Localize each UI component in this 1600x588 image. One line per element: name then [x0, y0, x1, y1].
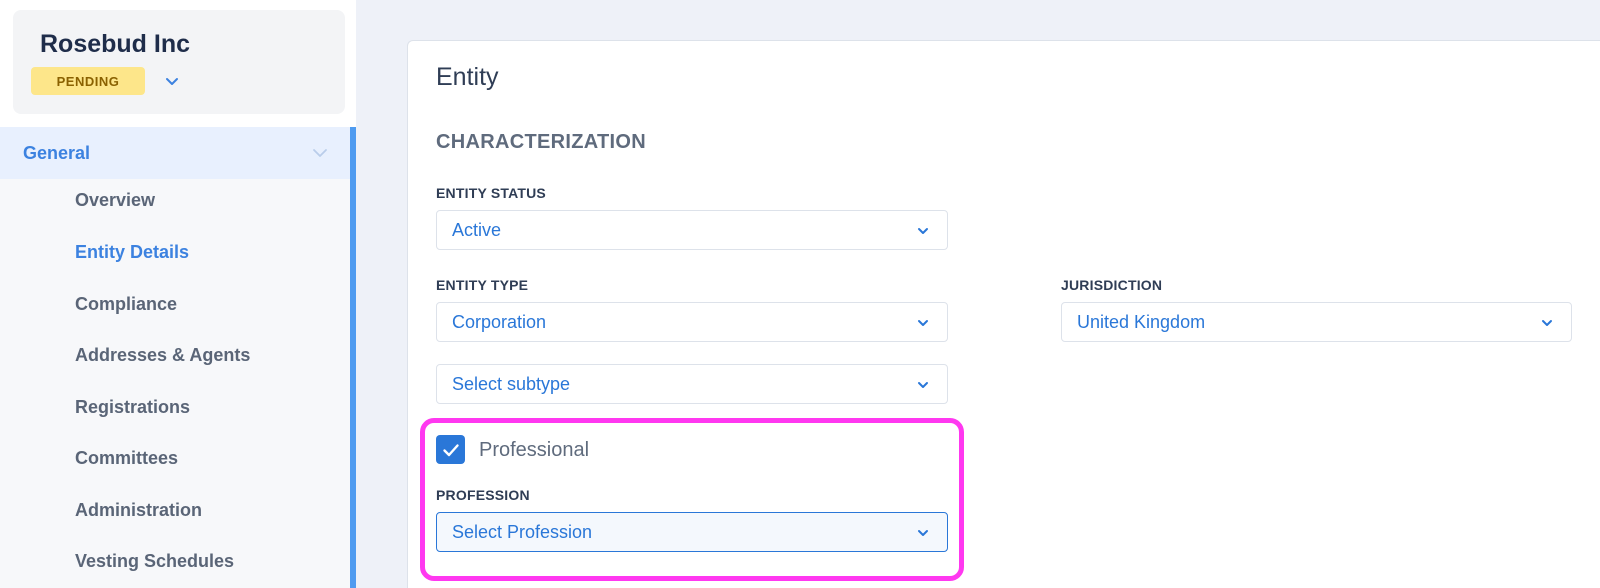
jurisdiction-value: United Kingdom: [1077, 311, 1206, 332]
nav-list: Overview Entity Details Compliance Addre…: [0, 179, 350, 588]
status-badge: PENDING: [31, 67, 145, 95]
nav-item-administration[interactable]: Administration: [75, 500, 202, 521]
nav-item-overview[interactable]: Overview: [75, 190, 155, 211]
checkmark-icon: [442, 443, 459, 456]
entity-type-value: Corporation: [452, 311, 547, 332]
nav-item-registrations[interactable]: Registrations: [75, 397, 190, 418]
entity-panel: Entity CHARACTERIZATION ENTITY STATUS Ac…: [407, 40, 1600, 588]
status-chevron-down-icon[interactable]: [163, 72, 181, 90]
chevron-down-icon: [918, 530, 928, 536]
entity-type-label: ENTITY TYPE: [436, 277, 529, 293]
subtype-placeholder: Select subtype: [452, 373, 571, 394]
chevron-down-icon: [918, 228, 928, 234]
jurisdiction-label: JURISDICTION: [1061, 277, 1163, 293]
nav-item-compliance[interactable]: Compliance: [75, 294, 177, 315]
panel-title: Entity: [436, 63, 499, 91]
company-card: Rosebud Inc PENDING: [13, 10, 345, 114]
nav-item-addresses-agents[interactable]: Addresses & Agents: [75, 345, 250, 366]
nav-section-general[interactable]: General: [0, 127, 350, 179]
nav-item-committees[interactable]: Committees: [75, 448, 178, 469]
chevron-down-icon: [918, 320, 928, 326]
subtype-select[interactable]: Select subtype: [436, 364, 948, 404]
entity-type-select[interactable]: Corporation: [436, 302, 948, 342]
jurisdiction-select[interactable]: United Kingdom: [1061, 302, 1572, 342]
sidebar: Rosebud Inc PENDING General Overview Ent…: [0, 0, 356, 588]
profession-select[interactable]: Select Profession: [436, 512, 948, 552]
entity-status-value: Active: [452, 219, 502, 240]
entity-status-select[interactable]: Active: [436, 210, 948, 250]
chevron-down-icon: [918, 382, 928, 388]
professional-checkbox[interactable]: [436, 435, 465, 464]
section-title: CHARACTERIZATION: [436, 131, 646, 153]
nav-section-label: General: [23, 142, 91, 163]
nav-active-rail: [350, 127, 356, 588]
profession-label: PROFESSION: [436, 487, 530, 503]
chevron-down-icon: [313, 149, 327, 157]
chevron-down-icon: [1542, 320, 1552, 326]
professional-label[interactable]: Professional: [479, 439, 589, 462]
nav-item-entity-details[interactable]: Entity Details: [75, 242, 189, 263]
nav-item-vesting-schedules[interactable]: Vesting Schedules: [75, 551, 234, 572]
company-name: Rosebud Inc: [40, 30, 191, 58]
profession-placeholder: Select Profession: [452, 521, 593, 542]
entity-status-label: ENTITY STATUS: [436, 185, 546, 201]
